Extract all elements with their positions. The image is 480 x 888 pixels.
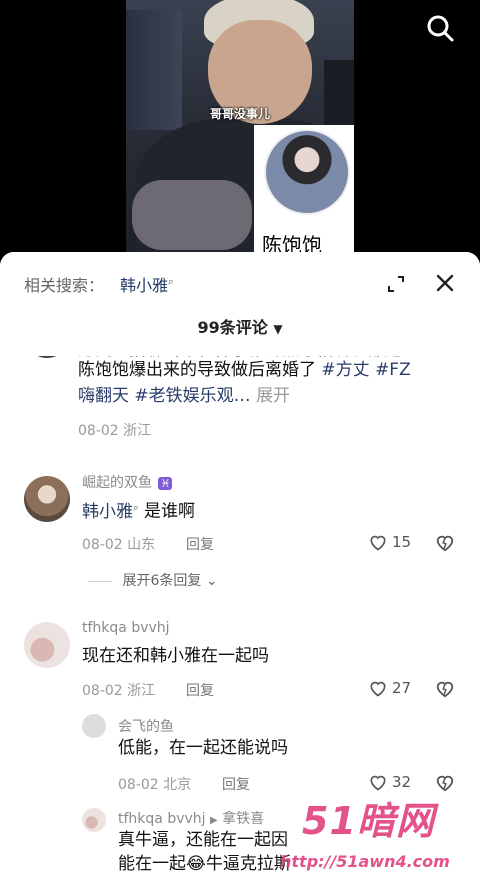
like-count: 32 [392,773,412,791]
divider-line [88,580,112,582]
background-shelf [126,10,182,130]
comment-nickname[interactable]: 会飞的鱼 [118,716,174,736]
heart-icon [370,535,386,551]
hashtag-link[interactable]: #老铁娱乐观… [134,386,250,406]
comment-text: 低能，在一起还能说吗 [118,738,288,758]
reply-button[interactable]: 回复 [186,680,214,700]
comment-date: 08-02 [82,537,123,553]
reply-button[interactable]: 回复 [222,774,250,794]
like-count: 15 [392,533,412,551]
comment-text-line: 是谁啊 [144,501,196,522]
comment-nickname[interactable]: 崛起的双鱼 ♓ [82,472,173,492]
video-player[interactable]: 哥哥没事儿 陈饱饱 [0,0,480,262]
comment-date: 08-02 [82,683,123,699]
watermark-logo: 51暗网 [302,799,435,843]
comment-location: 浙江 [127,683,156,699]
reply-arrow-icon: ▶ [210,815,218,826]
comment-location: 山东 [127,537,156,553]
watermark-url: http://51awn4.com [280,852,450,871]
comment-date: 08-02 [78,423,119,439]
video-caption: 哥哥没事儿 [210,107,271,121]
comment-meta: 08-02 北京 [118,774,191,794]
inset-card: 陈饱饱 [254,125,354,262]
mini-search-icon: ⌕ [133,502,139,513]
hashtag-link[interactable]: #FZ [375,360,411,380]
comment-text-line: 陈饱饱爆出来的导致做后离婚了 [78,360,316,380]
zodiac-badge: ♓ [158,477,173,490]
expand-icon[interactable] [386,274,406,294]
dislike-icon[interactable] [434,772,456,792]
comment-meta: 08-02 浙江 [78,420,151,440]
comment-location: 浙江 [123,423,152,439]
comment-count: 99条评论 [197,318,268,337]
expand-replies-label: 展开6条回复 [122,573,202,589]
search-icon[interactable] [424,12,456,44]
comment-text: 嗨翻天 #老铁娱乐观… 展开 [78,384,290,408]
comment-count-toggle[interactable]: 99条评论 ▼ [0,314,480,338]
watermark: 51暗网 http://51awn4.com [280,790,470,880]
caret-down-icon: ▼ [273,322,283,336]
expand-replies-button[interactable]: 展开6条回复 ⌄ [88,570,218,590]
nickname-text: 崛起的双鱼 [82,475,152,491]
reply-to-name: 拿铁喜 [222,811,265,827]
avatar[interactable] [24,476,70,522]
comment-nickname[interactable]: tfhkqa bvvhj ▶ 拿铁喜 [118,808,264,828]
comment-location: 北京 [163,777,192,793]
related-search-term[interactable]: 韩小雅⌕ [120,272,174,296]
heart-icon [370,681,386,697]
comment-text: 陈饱饱爆出来的导致做后离婚了 #方丈 #FZ [78,358,411,382]
avatar[interactable] [24,622,70,668]
comment-text: 能在一起😂牛逼克拉斯 [118,854,291,874]
like-button[interactable]: 32 [368,772,411,792]
related-search-text: 韩小雅 [120,276,169,295]
comment-meta: 08-02 浙江 [82,680,155,700]
hashtag-link[interactable]: 嗨翻天 [78,386,129,406]
like-button[interactable]: 27 [368,678,411,698]
screen: 哥哥没事儿 陈饱饱 方丈直播聊当年和韩小雅的点才相说现都是 陈饱饱爆出来的导致做… [0,0,480,888]
chevron-down-icon: ⌄ [205,573,218,589]
dislike-icon[interactable] [434,678,456,698]
hashtag-link[interactable]: #方丈 [321,360,369,380]
comment-text: 真牛逼，还能在一起因 [118,830,288,850]
comment-nickname[interactable]: tfhkqa bvvhj [82,620,170,636]
comment-date: 08-02 [118,777,159,793]
dislike-icon[interactable] [434,532,456,552]
avatar[interactable] [82,808,106,832]
like-count: 27 [392,679,412,697]
reply-button[interactable]: 回复 [186,534,214,554]
person-arm [132,180,252,250]
mini-search-icon: ⌕ [168,276,174,288]
comment-text: 韩小雅⌕ 是谁啊 [82,496,195,524]
close-icon[interactable] [434,272,456,294]
related-search-label: 相关搜索： [24,276,105,295]
mention-text: 韩小雅 [82,501,133,522]
avatar[interactable] [82,714,106,738]
sheet-header: 相关搜索： 韩小雅⌕ 99条评论 ▼ [0,252,480,356]
nickname-text: tfhkqa bvvhj [118,811,206,827]
like-button[interactable]: 15 [368,532,411,552]
expand-text-button[interactable]: 展开 [256,386,290,406]
comment-text: 现在还和韩小雅在一起吗 [82,646,269,666]
heart-icon [370,775,386,791]
comment-meta: 08-02 山东 [82,534,155,554]
search-mention-link[interactable]: 韩小雅⌕ [82,502,139,522]
inset-avatar [264,129,350,215]
